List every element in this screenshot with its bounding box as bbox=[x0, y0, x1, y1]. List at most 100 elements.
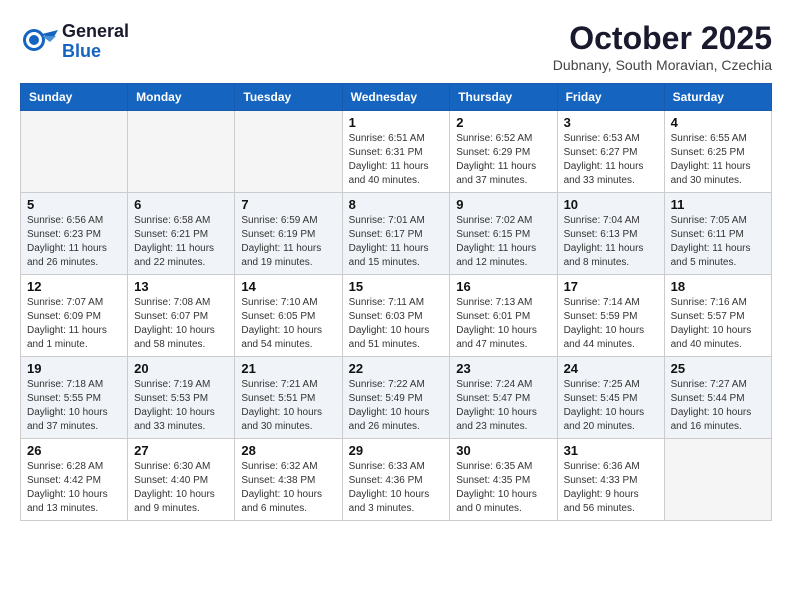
week-row-1: 1 Sunrise: 6:51 AM Sunset: 6:31 PM Daylig… bbox=[21, 111, 772, 193]
calendar-cell: 6Sunrise: 6:58 AM Sunset: 6:21 PM Daylig… bbox=[128, 193, 235, 275]
day-number: 3 bbox=[564, 115, 658, 130]
day-info: Sunrise: 6:30 AM Sunset: 4:40 PM Dayligh… bbox=[134, 460, 228, 516]
calendar-cell bbox=[128, 111, 235, 193]
page-header: General Blue October 2025 Dubnany, South… bbox=[20, 20, 772, 73]
day-number: 28 bbox=[241, 443, 335, 458]
calendar-cell bbox=[664, 439, 771, 521]
day-number: 10 bbox=[564, 197, 658, 212]
day-info: Sunrise: 6:28 AM Sunset: 4:42 PM Dayligh… bbox=[27, 460, 121, 516]
day-info: Sunrise: 7:19 AM Sunset: 5:53 PM Dayligh… bbox=[134, 378, 228, 434]
calendar-cell: 29 Sunrise: 6:33 AM Sunset: 4:36 PM Dayli… bbox=[342, 439, 450, 521]
week-row-4: 19 Sunrise: 7:18 AM Sunset: 5:55 PM Dayli… bbox=[21, 357, 772, 439]
day-number: 18 bbox=[671, 279, 765, 294]
day-info: Sunrise: 7:14 AM Sunset: 5:59 PM Dayligh… bbox=[564, 296, 658, 352]
day-number: 24 bbox=[564, 361, 658, 376]
week-row-2: 5 Sunrise: 6:56 AM Sunset: 6:23 PM Daylig… bbox=[21, 193, 772, 275]
weekday-header-friday: Friday bbox=[557, 84, 664, 111]
day-number: 15 bbox=[349, 279, 444, 294]
logo-icon bbox=[20, 20, 58, 58]
day-number: 9 bbox=[456, 197, 550, 212]
location-subtitle: Dubnany, South Moravian, Czechia bbox=[553, 57, 772, 73]
day-number: 22 bbox=[349, 361, 444, 376]
day-info: Sunrise: 6:35 AM Sunset: 4:35 PM Dayligh… bbox=[456, 460, 550, 516]
weekday-header-wednesday: Wednesday bbox=[342, 84, 450, 111]
day-number: 29 bbox=[349, 443, 444, 458]
calendar-cell: 27 Sunrise: 6:30 AM Sunset: 4:40 PM Dayli… bbox=[128, 439, 235, 521]
calendar-cell: 8 Sunrise: 7:01 AM Sunset: 6:17 PM Daylig… bbox=[342, 193, 450, 275]
day-info: Sunrise: 7:01 AM Sunset: 6:17 PM Dayligh… bbox=[349, 214, 444, 270]
day-number: 17 bbox=[564, 279, 658, 294]
calendar-cell: 19 Sunrise: 7:18 AM Sunset: 5:55 PM Dayli… bbox=[21, 357, 128, 439]
day-number: 4 bbox=[671, 115, 765, 130]
day-number: 8 bbox=[349, 197, 444, 212]
calendar-cell: 1 Sunrise: 6:51 AM Sunset: 6:31 PM Daylig… bbox=[342, 111, 450, 193]
calendar-cell: 16 Sunrise: 7:13 AM Sunset: 6:01 PM Dayli… bbox=[450, 275, 557, 357]
title-block: October 2025 Dubnany, South Moravian, Cz… bbox=[553, 20, 772, 73]
weekday-header-sunday: Sunday bbox=[21, 84, 128, 111]
logo-general: General bbox=[62, 22, 129, 42]
week-row-3: 12Sunrise: 7:07 AM Sunset: 6:09 PM Dayli… bbox=[21, 275, 772, 357]
day-info: Sunrise: 6:51 AM Sunset: 6:31 PM Dayligh… bbox=[349, 132, 444, 188]
logo-blue: Blue bbox=[62, 42, 129, 62]
day-info: Sunrise: 7:27 AM Sunset: 5:44 PM Dayligh… bbox=[671, 378, 765, 434]
day-number: 5 bbox=[27, 197, 121, 212]
day-info: Sunrise: 7:21 AM Sunset: 5:51 PM Dayligh… bbox=[241, 378, 335, 434]
day-number: 23 bbox=[456, 361, 550, 376]
day-info: Sunrise: 6:52 AM Sunset: 6:29 PM Dayligh… bbox=[456, 132, 550, 188]
calendar-cell: 12Sunrise: 7:07 AM Sunset: 6:09 PM Dayli… bbox=[21, 275, 128, 357]
day-number: 30 bbox=[456, 443, 550, 458]
day-info: Sunrise: 6:56 AM Sunset: 6:23 PM Dayligh… bbox=[27, 214, 121, 270]
day-number: 1 bbox=[349, 115, 444, 130]
calendar-cell: 31 Sunrise: 6:36 AM Sunset: 4:33 PM Dayli… bbox=[557, 439, 664, 521]
calendar-cell: 21 Sunrise: 7:21 AM Sunset: 5:51 PM Dayli… bbox=[235, 357, 342, 439]
calendar-cell: 15 Sunrise: 7:11 AM Sunset: 6:03 PM Dayli… bbox=[342, 275, 450, 357]
day-number: 11 bbox=[671, 197, 765, 212]
day-number: 25 bbox=[671, 361, 765, 376]
day-info: Sunrise: 7:10 AM Sunset: 6:05 PM Dayligh… bbox=[241, 296, 335, 352]
day-info: Sunrise: 6:53 AM Sunset: 6:27 PM Dayligh… bbox=[564, 132, 658, 188]
day-info: Sunrise: 7:04 AM Sunset: 6:13 PM Dayligh… bbox=[564, 214, 658, 270]
weekday-header-thursday: Thursday bbox=[450, 84, 557, 111]
calendar-cell: 13Sunrise: 7:08 AM Sunset: 6:07 PM Dayli… bbox=[128, 275, 235, 357]
calendar-cell: 25 Sunrise: 7:27 AM Sunset: 5:44 PM Dayli… bbox=[664, 357, 771, 439]
weekday-header-monday: Monday bbox=[128, 84, 235, 111]
day-info: Sunrise: 7:11 AM Sunset: 6:03 PM Dayligh… bbox=[349, 296, 444, 352]
day-info: Sunrise: 6:33 AM Sunset: 4:36 PM Dayligh… bbox=[349, 460, 444, 516]
calendar-cell: 24 Sunrise: 7:25 AM Sunset: 5:45 PM Dayli… bbox=[557, 357, 664, 439]
day-info: Sunrise: 7:02 AM Sunset: 6:15 PM Dayligh… bbox=[456, 214, 550, 270]
calendar-cell: 26 Sunrise: 6:28 AM Sunset: 4:42 PM Dayli… bbox=[21, 439, 128, 521]
day-info: Sunrise: 7:25 AM Sunset: 5:45 PM Dayligh… bbox=[564, 378, 658, 434]
calendar-cell: 30 Sunrise: 6:35 AM Sunset: 4:35 PM Dayli… bbox=[450, 439, 557, 521]
calendar-cell bbox=[21, 111, 128, 193]
calendar-cell: 9 Sunrise: 7:02 AM Sunset: 6:15 PM Daylig… bbox=[450, 193, 557, 275]
day-info: Sunrise: 7:24 AM Sunset: 5:47 PM Dayligh… bbox=[456, 378, 550, 434]
calendar-cell: 7Sunrise: 6:59 AM Sunset: 6:19 PM Daylig… bbox=[235, 193, 342, 275]
calendar-cell: 20 Sunrise: 7:19 AM Sunset: 5:53 PM Dayli… bbox=[128, 357, 235, 439]
day-number: 19 bbox=[27, 361, 121, 376]
day-number: 14 bbox=[241, 279, 335, 294]
day-number: 16 bbox=[456, 279, 550, 294]
calendar-cell: 5 Sunrise: 6:56 AM Sunset: 6:23 PM Daylig… bbox=[21, 193, 128, 275]
day-number: 26 bbox=[27, 443, 121, 458]
day-number: 20 bbox=[134, 361, 228, 376]
day-info: Sunrise: 7:22 AM Sunset: 5:49 PM Dayligh… bbox=[349, 378, 444, 434]
day-number: 27 bbox=[134, 443, 228, 458]
month-title: October 2025 bbox=[553, 20, 772, 57]
day-info: Sunrise: 6:59 AM Sunset: 6:19 PM Dayligh… bbox=[241, 214, 335, 270]
day-info: Sunrise: 7:13 AM Sunset: 6:01 PM Dayligh… bbox=[456, 296, 550, 352]
calendar-cell: 17 Sunrise: 7:14 AM Sunset: 5:59 PM Dayli… bbox=[557, 275, 664, 357]
calendar-cell: 3 Sunrise: 6:53 AM Sunset: 6:27 PM Daylig… bbox=[557, 111, 664, 193]
day-info: Sunrise: 7:05 AM Sunset: 6:11 PM Dayligh… bbox=[671, 214, 765, 270]
calendar-cell: 23 Sunrise: 7:24 AM Sunset: 5:47 PM Dayli… bbox=[450, 357, 557, 439]
logo: General Blue bbox=[20, 20, 129, 63]
day-number: 21 bbox=[241, 361, 335, 376]
calendar-cell: 22 Sunrise: 7:22 AM Sunset: 5:49 PM Dayli… bbox=[342, 357, 450, 439]
day-info: Sunrise: 7:18 AM Sunset: 5:55 PM Dayligh… bbox=[27, 378, 121, 434]
day-number: 6 bbox=[134, 197, 228, 212]
calendar-cell: 11 Sunrise: 7:05 AM Sunset: 6:11 PM Dayli… bbox=[664, 193, 771, 275]
day-info: Sunrise: 6:36 AM Sunset: 4:33 PM Dayligh… bbox=[564, 460, 658, 516]
weekday-header-saturday: Saturday bbox=[664, 84, 771, 111]
calendar-table: SundayMondayTuesdayWednesdayThursdayFrid… bbox=[20, 83, 772, 521]
day-number: 31 bbox=[564, 443, 658, 458]
day-number: 13 bbox=[134, 279, 228, 294]
